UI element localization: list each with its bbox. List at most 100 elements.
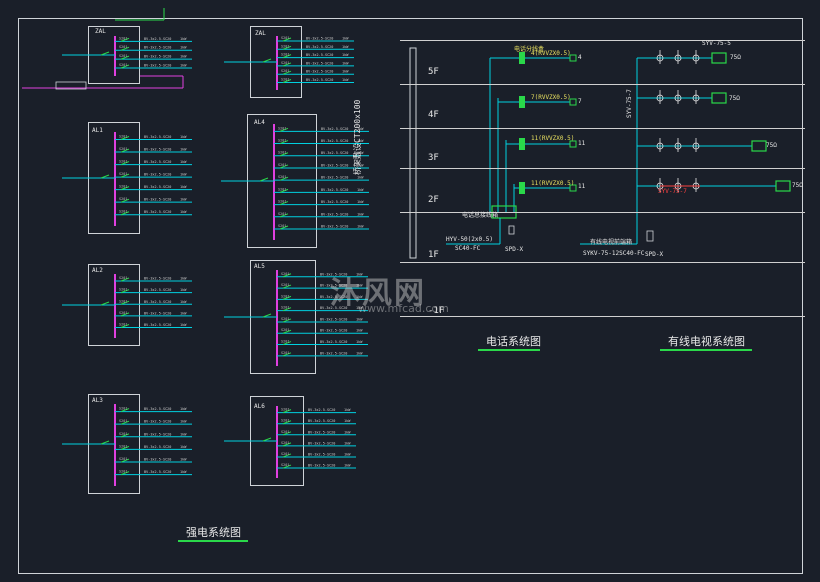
breaker-label: S201 <box>281 306 289 310</box>
circuit-cable-label: BV-3x2.5-SC20 <box>144 37 171 41</box>
circuit-cable-label: BV-3x2.5-SC20 <box>144 432 171 436</box>
breaker-label: S201 <box>278 139 286 143</box>
circuit-cable-label: BV-3x2.5-SC20 <box>321 163 348 167</box>
floor-line-base <box>400 316 805 317</box>
floor-label-2f: 2F <box>428 195 439 205</box>
circuit-cable-label: BV-3x2.5-SC20 <box>321 139 348 143</box>
phone-tap-label-2f: 11(RVVZX0.5) <box>531 180 575 187</box>
circuit-cable-label: BV-3x2.5-SC20 <box>321 151 348 155</box>
circuit-cable-label: BV-3x2.5-SC20 <box>308 441 335 445</box>
floor-line-b1 <box>400 262 805 263</box>
phone-distribution-box <box>519 96 525 108</box>
floor-label-1f: 1F <box>428 250 439 260</box>
circuit-cable-label: BV-3x2.5-SC20 <box>144 198 171 202</box>
breaker-label: S201 <box>278 126 286 130</box>
circuit-cable-label: BV-3x2.5-SC20 <box>320 351 347 355</box>
catv-outlet-box <box>751 140 767 152</box>
circuit-load-label: 1kW <box>344 452 351 456</box>
floor-line-3f <box>400 128 805 129</box>
breaker-label: S201 <box>119 432 127 436</box>
breaker-label: S201 <box>119 172 127 176</box>
floor-label-5f: 5F <box>428 67 439 77</box>
circuit-load-label: 1kW <box>180 64 187 68</box>
breaker-label: S201 <box>281 430 289 434</box>
catv-riser-label: SYV-75-7 <box>626 89 633 118</box>
catv-outlet-box <box>711 92 727 104</box>
circuit-load-label: 1kW <box>180 445 187 449</box>
phone-main-box-label: 电话总接线箱 <box>462 212 499 219</box>
breaker-label: S201 <box>119 36 127 40</box>
catv-top-cable-label: SYV-75-5 <box>702 40 731 47</box>
breaker-label: S201 <box>281 441 289 445</box>
phone-tap-label-4f: 7(RVVZX0.5) <box>531 94 571 101</box>
circuit-cable-label: BV-3x2.5-SC20 <box>144 407 171 411</box>
circuit-load-label: 1kW <box>180 148 187 152</box>
circuit-load-label: 1kW <box>357 212 364 216</box>
circuit-load-label: 1kW <box>180 198 187 202</box>
circuit-cable-label: BV-3x2.5-SC20 <box>306 36 333 40</box>
circuit-cable-label: BV-3x2.5-SC20 <box>144 148 171 152</box>
circuit-load-label: 1kW <box>344 419 351 423</box>
circuit-cable-label: BV-3x2.5-SC20 <box>144 300 171 304</box>
circuit-load-label: 1kW <box>342 70 349 74</box>
breaker-label: S201 <box>281 419 289 423</box>
breaker-label: S201 <box>281 463 289 467</box>
phone-tap-label-3f: 11(RVVZX0.5) <box>531 135 575 142</box>
floor-line-4f <box>400 84 805 85</box>
circuit-load-label: 1kW <box>357 176 364 180</box>
breaker-label: S201 <box>119 323 127 327</box>
catv-box-label: 有线电视前端箱 <box>590 239 633 246</box>
circuit-cable-label: BV-3x2.5-SC20 <box>321 225 348 229</box>
circuit-cable-label: BV-3x2.5-SC20 <box>144 458 171 462</box>
phone-count-5f: 4 <box>578 54 582 61</box>
circuit-load-label: 1kW <box>357 188 364 192</box>
breaker-label: S201 <box>119 147 127 151</box>
riser-tray <box>409 47 417 259</box>
circuit-cable-label: BV-3x2.5-SC20 <box>308 430 335 434</box>
breaker-label: S201 <box>119 470 127 474</box>
breaker-label: S201 <box>119 407 127 411</box>
circuit-load-label: 1kW <box>180 135 187 139</box>
phone-spd-label: SPD-X <box>505 246 524 253</box>
circuit-cable-label: BV-3x2.5-SC20 <box>144 135 171 139</box>
circuit-load-label: 1kW <box>180 55 187 59</box>
phone-cable-label: HYV-50(2x0.5) <box>446 236 493 243</box>
circuit-cable-label: BV-3x2.5-SC20 <box>308 452 335 456</box>
circuit-cable-label: BV-3x2.5-SC20 <box>144 160 171 164</box>
circuit-cable-label: BV-3x2.5-SC20 <box>144 46 171 50</box>
circuit-load-label: 1kW <box>342 61 349 65</box>
phone-count-3f: 11 <box>578 140 586 147</box>
catv-title-underline <box>660 349 752 351</box>
phone-distribution-box <box>519 52 525 64</box>
circuit-cable-label: BV-3x2.5-SC20 <box>144 311 171 315</box>
breaker-label: S201 <box>278 224 286 228</box>
phone-count-4f: 7 <box>578 98 582 105</box>
catv-spd <box>646 230 654 242</box>
circuit-cable-label: BV-3x2.5-SC20 <box>306 78 333 82</box>
circuit-load-label: 1kW <box>342 36 349 40</box>
circuit-load-label: 1kW <box>180 46 187 50</box>
circuit-cable-label: BV-3x2.5-SC20 <box>321 127 348 131</box>
phone-title-underline <box>478 349 540 351</box>
circuit-load-label: 1kW <box>180 37 187 41</box>
circuit-cable-label: BV-3x2.5-SC20 <box>321 176 348 180</box>
breaker-label: S201 <box>278 200 286 204</box>
circuit-cable-label: BV-3x2.5-SC20 <box>144 173 171 177</box>
circuit-load-label: 1kW <box>180 210 187 214</box>
floor-label-4f: 4F <box>428 110 439 120</box>
phone-distribution-box <box>519 138 525 150</box>
circuit-cable-label: BV-3x2.5-SC20 <box>306 61 333 65</box>
breaker-label: S201 <box>119 45 127 49</box>
catv-outlet-box <box>775 180 791 192</box>
breaker-label: S201 <box>119 160 127 164</box>
circuit-cable-label: BV-3x2.5-SC20 <box>308 464 335 468</box>
breaker-label: S201 <box>281 44 289 48</box>
phone-outlet <box>569 98 577 106</box>
circuit-cable-label: BV-3x2.5-SC20 <box>144 185 171 189</box>
circuit-cable-label: BV-3x2.5-SC20 <box>308 419 335 423</box>
catv-outlet-3: 75Ω <box>766 142 777 149</box>
circuit-cable-label: BV-3x2.5-SC20 <box>306 70 333 74</box>
circuit-load-label: 1kW <box>180 185 187 189</box>
power-system-title: 强电系统图 <box>186 526 241 539</box>
breaker-label: S201 <box>119 63 127 67</box>
